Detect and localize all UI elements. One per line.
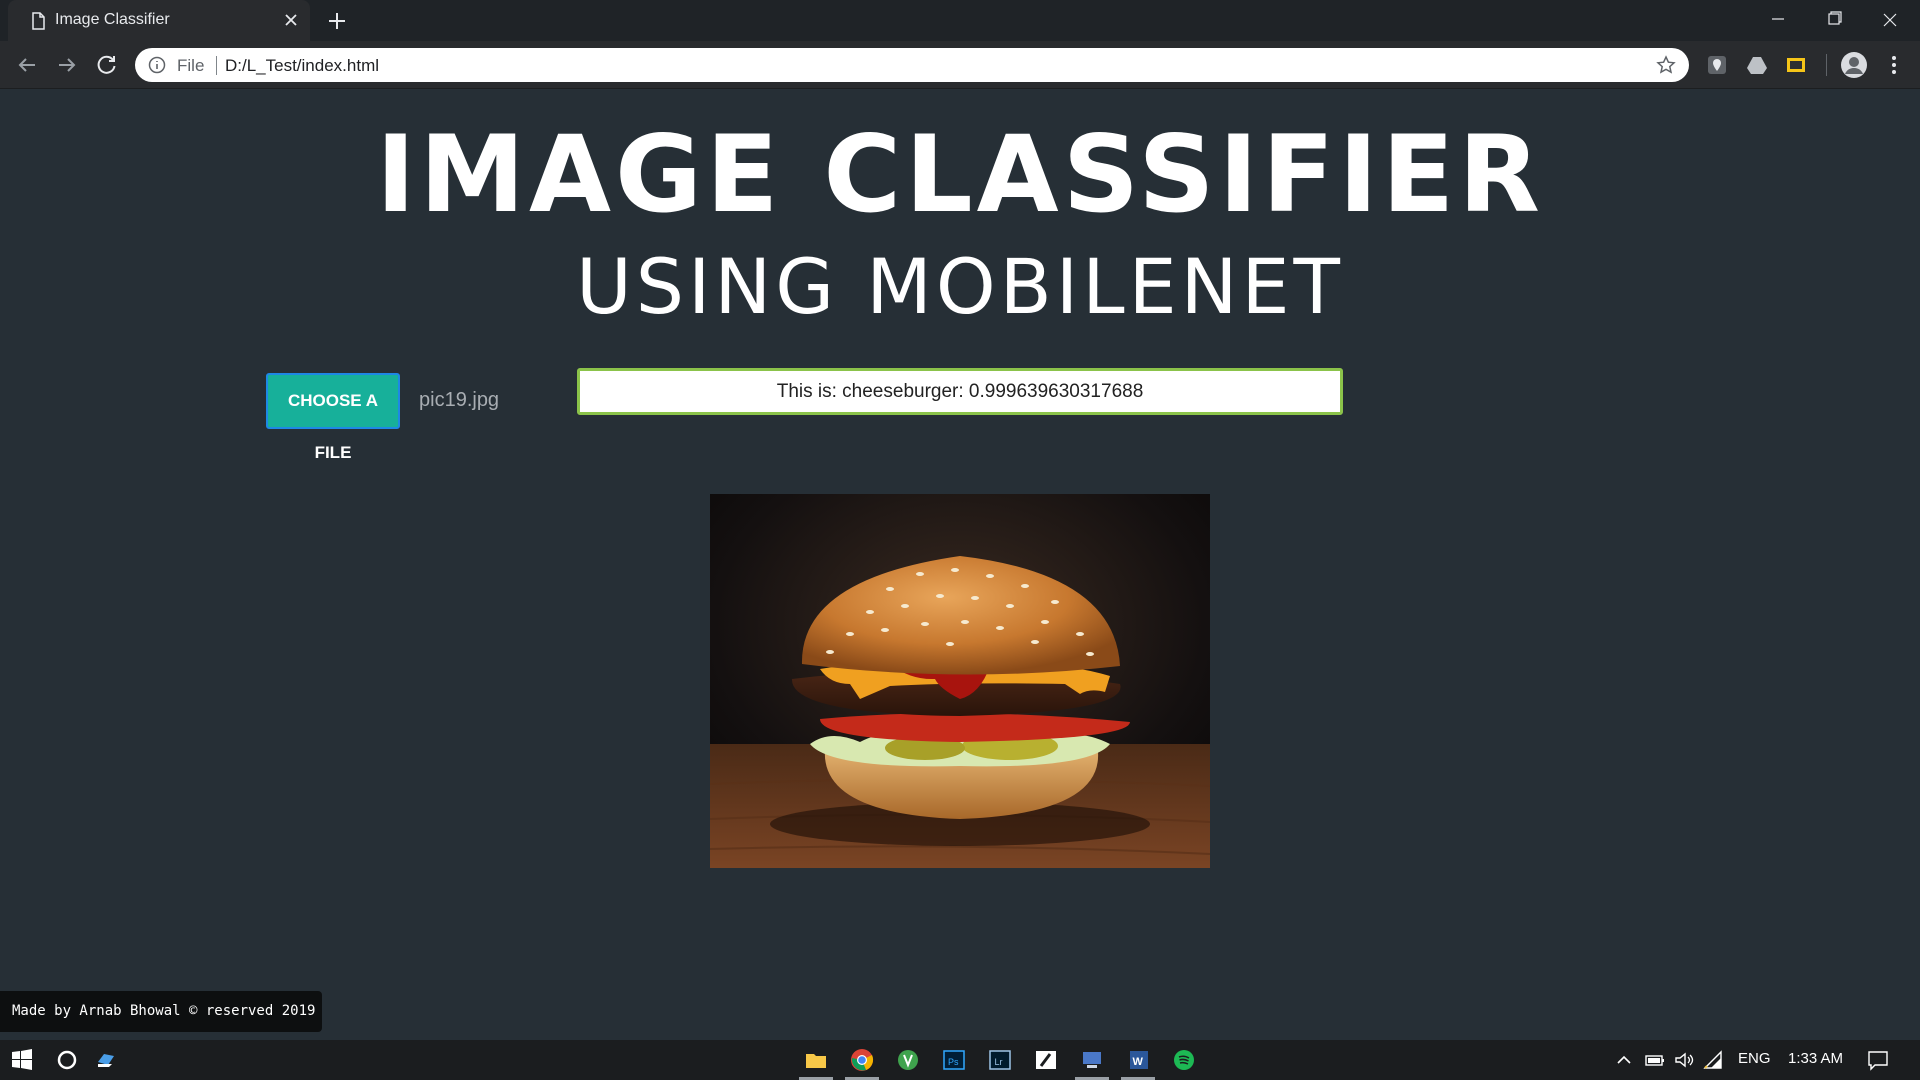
address-scheme: File [177, 56, 205, 75]
address-url[interactable]: D:/L_Test/index.html [225, 56, 379, 76]
photoshop-icon[interactable]: Ps [940, 1046, 968, 1074]
image-extension-icon[interactable] [1784, 53, 1808, 77]
profile-avatar-icon[interactable] [1840, 51, 1868, 79]
toolbar-divider [1826, 54, 1827, 76]
location-extension-icon[interactable] [1705, 53, 1729, 77]
page-subtitle: USING MOBILENET [576, 242, 1344, 331]
cortana-search-icon[interactable] [53, 1046, 81, 1074]
windows-taskbar: Ps Lr W ENG 1:33 AM [0, 1040, 1920, 1080]
address-divider [216, 56, 217, 75]
choose-file-button[interactable]: CHOOSE A FILE [266, 373, 400, 462]
forward-icon[interactable] [53, 51, 81, 79]
browser-menu-icon[interactable] [1882, 53, 1906, 77]
drive-extension-icon[interactable] [1745, 53, 1769, 77]
browser-tab[interactable]: Image Classifier [8, 0, 310, 41]
new-tab-icon[interactable] [325, 9, 349, 33]
reload-icon[interactable] [93, 51, 121, 79]
system-clock[interactable]: 1:33 AM [1788, 1050, 1843, 1067]
lightroom-icon[interactable]: Lr [986, 1046, 1014, 1074]
volume-icon[interactable] [1672, 1048, 1696, 1072]
minimize-icon[interactable] [1750, 0, 1806, 41]
page-title: IMAGE CLASSIFIER [376, 113, 1544, 236]
code-editor-icon[interactable] [1032, 1046, 1060, 1074]
cheeseburger-image [710, 494, 1210, 868]
wifi-icon[interactable] [1701, 1048, 1725, 1072]
pinned-app-icon[interactable] [92, 1046, 120, 1074]
battery-icon[interactable] [1643, 1048, 1667, 1072]
windows-start-icon[interactable] [8, 1046, 36, 1074]
prediction-result: This is: cheeseburger: 0.999639630317688 [577, 368, 1343, 415]
network-app-icon[interactable] [1078, 1046, 1106, 1074]
file-explorer-icon[interactable] [802, 1046, 830, 1074]
tab-title: Image Classifier [55, 11, 170, 28]
restore-icon[interactable] [1806, 0, 1862, 41]
browser-toolbar: File D:/L_Test/index.html [0, 41, 1920, 89]
word-icon[interactable]: W [1124, 1046, 1152, 1074]
uploaded-image-preview [710, 494, 1210, 868]
bookmark-star-icon[interactable] [1656, 55, 1676, 75]
app-icon-green[interactable] [894, 1046, 922, 1074]
chrome-icon[interactable] [848, 1046, 876, 1074]
browser-titlebar: Image Classifier [0, 0, 1920, 41]
svg-text:Ps: Ps [948, 1057, 959, 1067]
page-icon [32, 12, 45, 30]
action-center-icon[interactable] [1866, 1048, 1890, 1072]
close-tab-icon[interactable] [280, 9, 302, 31]
footer-credit: Made by Arnab Bhowal © reserved 2019 [0, 991, 322, 1032]
close-window-icon[interactable] [1862, 0, 1918, 41]
svg-text:Lr: Lr [995, 1057, 1003, 1067]
selected-file-name: pic19.jpg [419, 389, 500, 411]
spotify-icon[interactable] [1170, 1046, 1198, 1074]
info-icon[interactable] [148, 56, 166, 74]
address-bar[interactable]: File D:/L_Test/index.html [135, 48, 1689, 82]
back-icon[interactable] [13, 51, 41, 79]
language-indicator[interactable]: ENG [1738, 1050, 1771, 1067]
svg-text:W: W [1133, 1056, 1144, 1068]
show-hidden-icons-icon[interactable] [1612, 1048, 1636, 1072]
